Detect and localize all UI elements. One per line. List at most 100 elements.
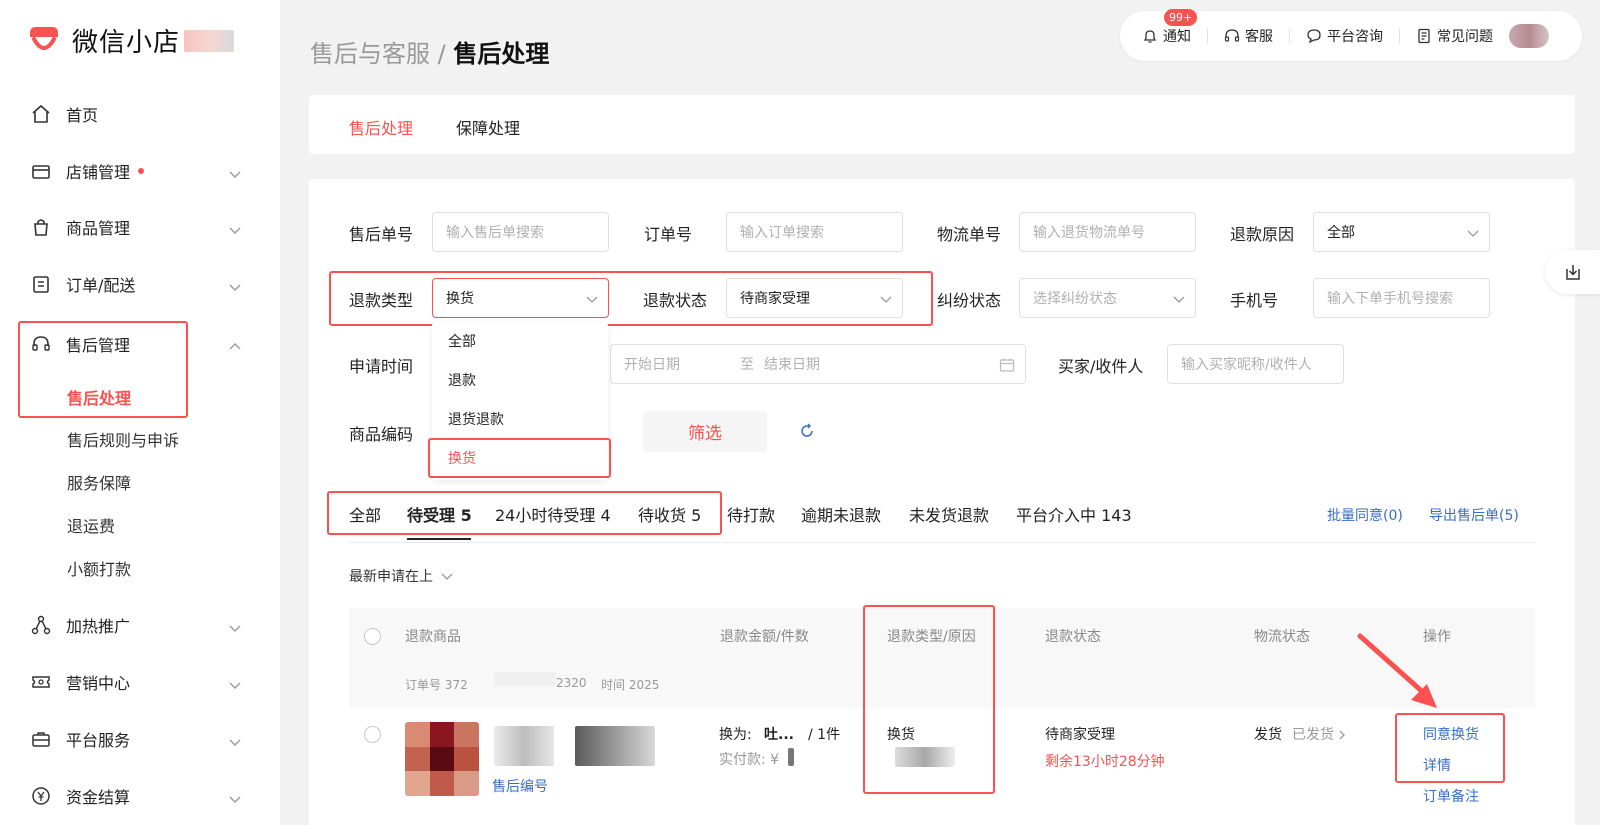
- download-icon: [1565, 265, 1580, 280]
- sidebar-item-marketing[interactable]: 营销中心: [30, 668, 250, 696]
- logistics-no-label: 物流单号: [937, 225, 1002, 244]
- sidebar-subitem-aftersale-rules[interactable]: 售后规则与申诉: [67, 427, 179, 451]
- order-no-label: 订单号: [644, 225, 693, 244]
- refund-quantity: / 1件: [808, 727, 841, 743]
- sidebar-item-platform-service[interactable]: 平台服务: [30, 725, 250, 753]
- divider: [1207, 28, 1208, 44]
- sidebar-subitem-return-shipping[interactable]: 退运费: [67, 513, 115, 537]
- phone-input[interactable]: 输入下单手机号搜索: [1313, 278, 1490, 318]
- yuan-coin-icon: [30, 785, 52, 807]
- chevron-down-icon: [441, 573, 453, 580]
- wechat-store-logo-icon: [26, 23, 62, 59]
- apply-time-range[interactable]: 开始日期 至 结束日期: [610, 344, 1026, 384]
- clipboard-icon: [30, 273, 52, 295]
- faq-button[interactable]: 常见问题: [1416, 26, 1493, 46]
- export-button[interactable]: 导出售后单(5): [1429, 505, 1519, 525]
- product-thumbnail[interactable]: [405, 722, 479, 796]
- aftersale-no-label: 售后单号: [349, 225, 414, 244]
- notification-dot: [138, 168, 145, 174]
- shopping-bag-icon: [30, 216, 52, 238]
- bell-icon: [1143, 30, 1157, 43]
- sidebar-item-home[interactable]: 首页: [30, 100, 250, 128]
- exchange-for-value: 吐...: [764, 727, 794, 743]
- logistics-no-input[interactable]: 输入退货物流单号: [1019, 212, 1196, 252]
- row-checkbox[interactable]: [364, 726, 381, 743]
- sidebar-item-products[interactable]: 商品管理: [30, 213, 250, 241]
- chevron-down-icon: [1467, 226, 1479, 242]
- ticket-icon: [30, 671, 52, 693]
- buyer-input[interactable]: 输入买家昵称/收件人: [1167, 344, 1344, 384]
- customer-service-label: 客服: [1245, 29, 1273, 45]
- highlight-aftersale-menu: [18, 321, 188, 418]
- header-refund-status: 退款状态: [1045, 629, 1101, 645]
- end-date-placeholder: 结束日期: [764, 357, 820, 373]
- sidebar-item-label: 加热推广: [66, 617, 131, 636]
- product-name-blurred: [494, 726, 554, 766]
- start-date-placeholder: 开始日期: [624, 357, 680, 373]
- dispute-status-select[interactable]: 选择纠纷状态: [1019, 278, 1196, 318]
- sidebar-item-store[interactable]: 店铺管理: [30, 157, 250, 185]
- store-icon: [30, 160, 52, 182]
- breadcrumb: 售后与客服 / 售后处理: [310, 34, 549, 69]
- page-title: 售后处理: [453, 40, 550, 68]
- aftersale-number-link[interactable]: 售后编号: [492, 776, 548, 796]
- chevron-down-icon: [1173, 292, 1185, 308]
- sort-label: 最新申请在上: [349, 569, 433, 585]
- order-note-button[interactable]: 订单备注: [1423, 786, 1479, 806]
- highlight-exchange-option: [428, 438, 611, 478]
- select-all-checkbox[interactable]: [364, 628, 381, 645]
- aftersale-no-input[interactable]: 输入售后单搜索: [432, 212, 609, 252]
- sidebar-item-label: 平台服务: [66, 731, 131, 750]
- tab-aftersale-handling[interactable]: 售后处理: [349, 115, 413, 139]
- paid-amount-blurred: [788, 748, 794, 766]
- customer-service-button[interactable]: 客服: [1224, 26, 1273, 46]
- sidebar-item-label: 订单/配送: [66, 276, 136, 295]
- logistics-value[interactable]: 已发货: [1292, 724, 1334, 744]
- headset-icon: [1224, 29, 1240, 42]
- exchange-for-label: 换为:: [719, 727, 752, 743]
- briefcase-icon: [30, 728, 52, 750]
- breadcrumb-parent[interactable]: 售后与客服: [310, 40, 430, 68]
- active-tab-indicator: [407, 538, 471, 540]
- avatar[interactable]: [1509, 24, 1549, 48]
- sidebar-subitem-service-guarantee[interactable]: 服务保障: [67, 470, 131, 494]
- batch-agree-button[interactable]: 批量同意(0): [1327, 505, 1403, 525]
- paid-amount-label: 实付款: ¥: [719, 752, 780, 768]
- sort-select[interactable]: 最新申请在上: [349, 566, 453, 586]
- tab-guarantee-handling[interactable]: 保障处理: [456, 115, 520, 139]
- filter-button[interactable]: 筛选: [643, 411, 767, 452]
- platform-consult-label: 平台咨询: [1327, 29, 1383, 45]
- refund-reason-select[interactable]: 全部: [1313, 212, 1490, 252]
- dispute-status-placeholder: 选择纠纷状态: [1033, 291, 1117, 307]
- refund-reason-label: 退款原因: [1230, 225, 1295, 244]
- chat-bubble-icon: [1307, 29, 1321, 44]
- status-tab-overdue[interactable]: 逾期未退款: [801, 502, 881, 526]
- notification-button[interactable]: 通知 99+: [1142, 9, 1198, 46]
- faq-label: 常见问题: [1437, 29, 1493, 45]
- share-nodes-icon: [30, 614, 52, 636]
- reset-refresh-icon[interactable]: [798, 422, 816, 444]
- order-number-blurred: [494, 672, 556, 686]
- notification-badge: 99+: [1164, 9, 1198, 26]
- logistics-label: 发货: [1254, 727, 1282, 743]
- sidebar-item-promotion[interactable]: 加热推广: [30, 611, 250, 639]
- chevron-right-icon: [1338, 727, 1346, 745]
- order-no-input[interactable]: 输入订单搜索: [726, 212, 903, 252]
- refund-type-option-refund[interactable]: 退款: [448, 370, 476, 390]
- refund-type-option-return-refund[interactable]: 退货退款: [448, 409, 504, 429]
- product-spec-blurred: [575, 726, 655, 766]
- platform-consult-button[interactable]: 平台咨询: [1306, 26, 1383, 46]
- floating-download-button[interactable]: [1545, 250, 1600, 294]
- status-tab-unshipped-refund[interactable]: 未发货退款: [909, 502, 989, 526]
- sidebar-subitem-small-payment[interactable]: 小额打款: [67, 556, 131, 580]
- sidebar-item-orders[interactable]: 订单/配送: [30, 270, 250, 298]
- sidebar-item-settlement[interactable]: 资金结算: [30, 782, 250, 810]
- top-toolbar: 通知 99+ 客服 平台咨询 常见问题: [1120, 9, 1582, 61]
- chevron-up-icon: [228, 337, 242, 356]
- refund-type-option-all[interactable]: 全部: [448, 331, 476, 351]
- status-tab-platform-intervention[interactable]: 平台介入中 143: [1016, 502, 1132, 526]
- status-tab-awaiting-payment[interactable]: 待打款: [727, 502, 775, 526]
- sidebar-item-label: 资金结算: [66, 788, 131, 807]
- phone-label: 手机号: [1230, 291, 1279, 310]
- brand-logo[interactable]: 微信小店: [26, 22, 235, 59]
